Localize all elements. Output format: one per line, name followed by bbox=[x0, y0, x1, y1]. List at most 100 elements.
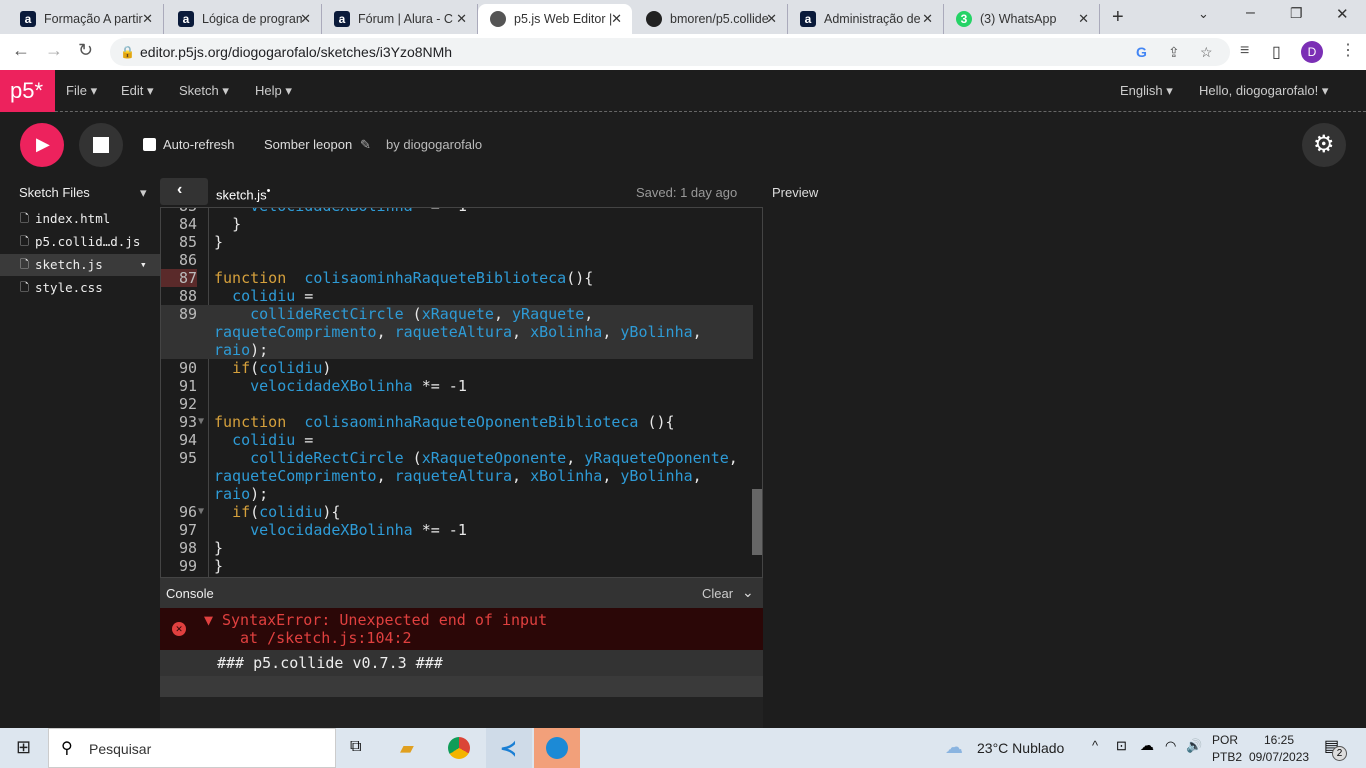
wifi-icon[interactable]: ◠ bbox=[1165, 738, 1176, 754]
tab-title: Fórum | Alura - C bbox=[358, 12, 453, 26]
onedrive-icon[interactable]: ☁ bbox=[1140, 737, 1154, 754]
code-editor[interactable]: 83 velocidadeXBolinha *= -184 }85}86 87f… bbox=[160, 207, 763, 578]
console-header: Console Clear ⌄ bbox=[160, 578, 763, 608]
share-icon[interactable]: ⇪ bbox=[1168, 38, 1180, 66]
profile-avatar[interactable]: D bbox=[1301, 41, 1323, 63]
volume-icon[interactable]: 🔊 bbox=[1186, 738, 1202, 754]
code-token: , bbox=[566, 449, 585, 467]
auto-refresh-checkbox[interactable] bbox=[143, 138, 156, 151]
reload-icon[interactable]: ↻ bbox=[78, 40, 93, 61]
edge-taskbar[interactable] bbox=[534, 728, 580, 768]
expand-triangle-icon[interactable]: ▼ bbox=[204, 611, 213, 629]
p5-logo[interactable]: p5* bbox=[0, 70, 55, 112]
file-item[interactable]: 🗋 sketch.js ▾ bbox=[0, 254, 160, 276]
code-token: ); bbox=[250, 485, 269, 503]
close-tab-icon[interactable]: ✕ bbox=[611, 11, 622, 27]
close-tab-icon[interactable]: ✕ bbox=[922, 11, 933, 27]
file-item[interactable]: 🗋 index.html bbox=[0, 208, 160, 230]
reading-list-icon[interactable]: ≡ bbox=[1240, 42, 1249, 60]
chevron-down-icon[interactable]: ⌄ bbox=[742, 584, 754, 601]
sketch-files-menu-icon[interactable]: ▾ bbox=[140, 185, 147, 201]
taskbar-search[interactable]: ⚲ Pesquisar bbox=[48, 728, 336, 768]
editor-scrollbar[interactable] bbox=[752, 489, 762, 555]
browser-tab[interactable]: 3 (3) WhatsApp ✕ bbox=[944, 4, 1100, 34]
tab-title: Formação A partir bbox=[44, 12, 143, 26]
pencil-icon[interactable]: ✎ bbox=[360, 137, 371, 153]
clock-date[interactable]: 09/07/2023 bbox=[1249, 750, 1309, 764]
code-token: yBolinha bbox=[620, 467, 693, 485]
settings-button[interactable]: ⚙ bbox=[1302, 123, 1346, 167]
file-tab-sketch[interactable]: sketch.js• bbox=[216, 185, 270, 202]
console-input[interactable] bbox=[160, 676, 763, 697]
language-label: English bbox=[1120, 83, 1163, 98]
browser-tab[interactable]: p5.js Web Editor | ✕ bbox=[478, 4, 632, 34]
windows-start-icon[interactable]: ⊞ bbox=[16, 737, 31, 758]
code-text: } bbox=[214, 539, 752, 557]
browser-tab[interactable]: a Formação A partir ✕ bbox=[8, 4, 164, 34]
file-item[interactable]: 🗋 p5.collid…d.js bbox=[0, 231, 160, 253]
forward-icon[interactable]: → bbox=[45, 40, 63, 61]
code-line: 97 velocidadeXBolinha *= -1 bbox=[161, 521, 753, 539]
restore-button[interactable]: ❐ bbox=[1290, 5, 1303, 22]
sketch-author: by diogogarofalo bbox=[386, 137, 483, 152]
vscode-taskbar[interactable]: ≺ bbox=[486, 728, 532, 768]
camera-icon[interactable]: ⊡ bbox=[1116, 738, 1127, 754]
more-icon[interactable]: ⋮ bbox=[1340, 40, 1356, 60]
file-item[interactable]: 🗋 style.css bbox=[0, 277, 160, 299]
menu-sketch[interactable]: Sketch ▾ bbox=[179, 83, 229, 99]
minimize-button[interactable]: – bbox=[1246, 4, 1255, 22]
new-tab-button[interactable]: + bbox=[1112, 6, 1124, 29]
browser-tab[interactable]: bmoren/p5.collide ✕ bbox=[634, 4, 788, 34]
tab-title: Lógica de programação bbox=[202, 12, 302, 26]
language-indicator[interactable]: POR bbox=[1212, 733, 1238, 747]
code-token: if bbox=[232, 359, 251, 377]
fold-icon[interactable]: ▼ bbox=[198, 503, 204, 521]
close-tab-icon[interactable]: ✕ bbox=[300, 11, 311, 27]
file-menu-icon[interactable]: ▾ bbox=[140, 254, 147, 276]
close-tab-icon[interactable]: ✕ bbox=[142, 11, 153, 27]
error-icon: ✕ bbox=[172, 622, 186, 636]
browser-tab[interactable]: a Lógica de programação✕ bbox=[166, 4, 322, 34]
sketch-name[interactable]: Somber leopon bbox=[264, 137, 352, 152]
star-icon[interactable]: ☆ bbox=[1200, 38, 1213, 66]
tab-title: p5.js Web Editor | bbox=[514, 12, 613, 26]
url-input[interactable]: 🔒 editor.p5js.org/diogogarofalo/sketches/… bbox=[110, 38, 1230, 66]
user-menu[interactable]: Hello, diogogarofalo! ▾ bbox=[1199, 83, 1328, 99]
tab-search-button[interactable]: ⌄ bbox=[1198, 6, 1209, 22]
clock-time[interactable]: 16:25 bbox=[1264, 733, 1294, 747]
menu-edit[interactable]: Edit ▾ bbox=[121, 83, 154, 99]
task-view-icon[interactable]: ⧉ bbox=[350, 738, 361, 756]
console-clear-button[interactable]: Clear bbox=[702, 586, 733, 601]
close-tab-icon[interactable]: ✕ bbox=[456, 11, 467, 27]
collapse-sidebar-button[interactable]: ‹ bbox=[160, 178, 208, 205]
browser-tab[interactable]: a Administração de ✕ bbox=[788, 4, 944, 34]
weather-text[interactable]: 23°C Nublado bbox=[977, 740, 1064, 756]
close-window-button[interactable]: ✕ bbox=[1336, 5, 1349, 23]
code-token: } bbox=[214, 215, 242, 233]
browser-tab[interactable]: a Fórum | Alura - C ✕ bbox=[322, 4, 478, 34]
stop-button[interactable] bbox=[79, 123, 123, 167]
file-explorer-icon[interactable]: ▰ bbox=[400, 738, 414, 759]
close-tab-icon[interactable]: ✕ bbox=[1078, 11, 1089, 27]
code-token: (){ bbox=[566, 269, 594, 287]
chrome-icon[interactable] bbox=[448, 737, 470, 759]
code-token: , bbox=[584, 305, 603, 323]
play-button[interactable]: ▶ bbox=[20, 123, 64, 167]
cloud-icon: ☁ bbox=[945, 737, 963, 757]
code-token: ( bbox=[403, 305, 422, 323]
fold-icon[interactable]: ▼ bbox=[198, 413, 204, 431]
show-hidden-icons[interactable]: ^ bbox=[1092, 738, 1098, 753]
back-icon[interactable]: ← bbox=[12, 40, 30, 61]
alura-icon: a bbox=[178, 11, 194, 27]
language-menu[interactable]: English ▾ bbox=[1120, 83, 1173, 99]
close-tab-icon[interactable]: ✕ bbox=[766, 11, 777, 27]
code-text: velocidadeXBolinha *= -1 bbox=[214, 521, 752, 539]
side-panel-icon[interactable]: ▯ bbox=[1272, 42, 1281, 62]
code-text: velocidadeXBolinha *= -1 bbox=[214, 208, 752, 215]
menu-help[interactable]: Help ▾ bbox=[255, 83, 292, 99]
code-text: } bbox=[214, 557, 752, 575]
code-token: if bbox=[232, 503, 251, 521]
google-icon[interactable]: G bbox=[1136, 38, 1147, 66]
keyboard-layout[interactable]: PTB2 bbox=[1212, 750, 1242, 764]
menu-file[interactable]: File ▾ bbox=[66, 83, 97, 99]
